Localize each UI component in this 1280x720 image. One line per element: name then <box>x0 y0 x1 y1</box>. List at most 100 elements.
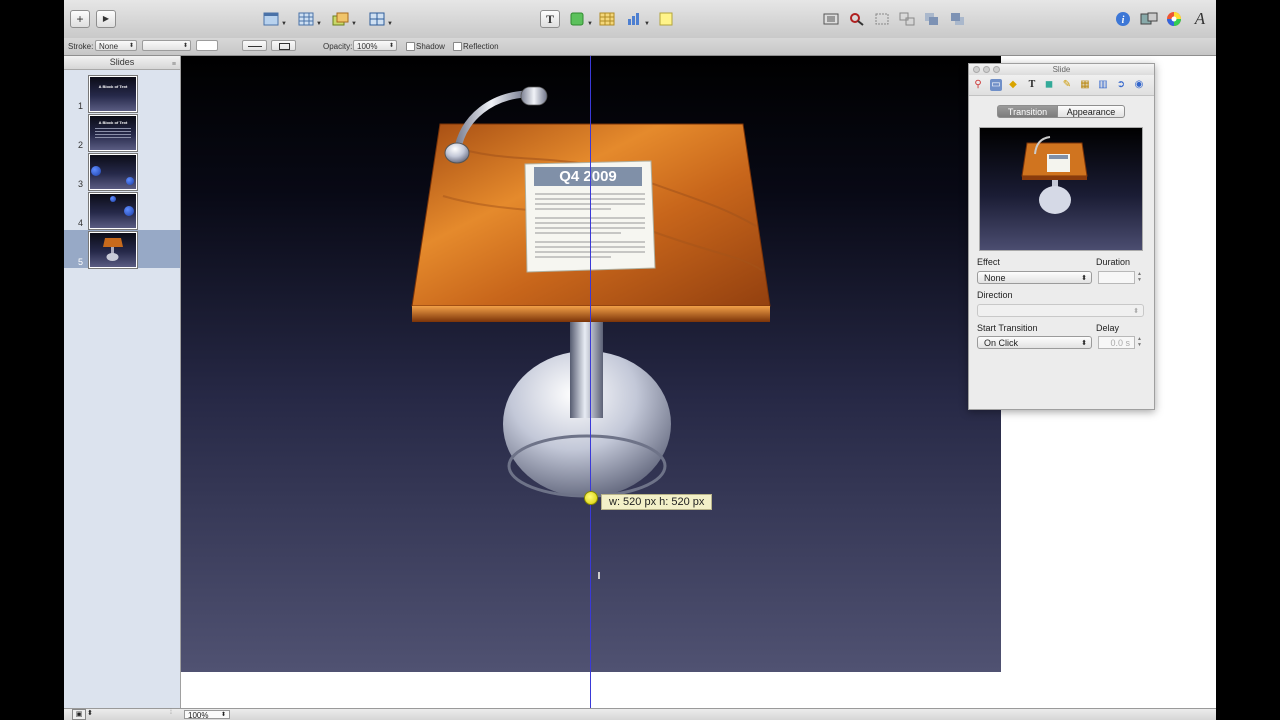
start-transition-popup[interactable]: On Click ⬍ <box>977 336 1092 349</box>
tab-appearance[interactable]: Appearance <box>1057 105 1125 118</box>
group-button[interactable] <box>872 10 892 28</box>
resize-handle[interactable] <box>584 491 598 505</box>
opacity-value: 100% <box>357 42 378 51</box>
tab-transition[interactable]: Transition <box>997 105 1058 118</box>
reflection-checkbox[interactable] <box>453 42 462 51</box>
comment-icon <box>659 12 673 26</box>
shapes-button[interactable]: ▼ <box>567 10 593 28</box>
slides-header: Slides ≡ <box>64 56 180 70</box>
ungroup-icon <box>899 12 915 26</box>
ibeam-cursor-icon <box>598 572 600 579</box>
slides-header-label: Slides <box>109 57 135 67</box>
delay-field[interactable]: 0.0 s <box>1098 336 1135 349</box>
inspector-title: Slide <box>1052 65 1071 74</box>
document-inspector-icon[interactable]: ⚲ <box>972 79 984 91</box>
masters-button[interactable]: ▼ <box>331 10 357 28</box>
play-icon: ▶ <box>96 10 116 28</box>
metrics-inspector-icon[interactable]: ✎ <box>1061 79 1073 91</box>
text-box-button[interactable]: T <box>540 10 560 28</box>
group-icon <box>875 13 889 25</box>
preview-podium-image <box>1021 136 1088 214</box>
size-tooltip: w: 520 px h: 520 px <box>601 494 713 510</box>
alignment-guide <box>590 56 591 708</box>
build-inspector-icon[interactable]: ◆ <box>1007 79 1019 91</box>
direction-popup[interactable]: ⬍ <box>977 304 1144 317</box>
slide-preview: A Block of Text <box>89 115 137 151</box>
effect-label: Effect <box>977 257 1000 267</box>
keynote-podium-image[interactable] <box>181 56 1001 672</box>
slide-inspector-icon[interactable]: ▭ <box>990 79 1002 91</box>
close-icon[interactable] <box>973 66 980 73</box>
fonts-button[interactable]: A <box>1190 9 1210 28</box>
graphic-inspector-icon[interactable]: ◼ <box>1043 79 1055 91</box>
chart-button[interactable]: ▼ <box>624 10 650 28</box>
new-slide-button[interactable]: + <box>70 10 90 28</box>
slide[interactable]: Q4 2009 <box>181 56 1001 672</box>
slide-preview-title: A Block of Text <box>98 84 128 89</box>
start-transition-value: On Click <box>984 338 1019 348</box>
shadow-checkbox[interactable] <box>406 42 415 51</box>
slide-preview: A Block of Text <box>89 76 137 112</box>
duration-stepper[interactable]: ▲ ▼ <box>1136 271 1143 284</box>
back-button[interactable] <box>948 10 968 28</box>
themes-button[interactable]: ▼ <box>296 10 322 28</box>
grip-icon[interactable]: ≡ <box>172 58 176 71</box>
grid-button[interactable]: ▼ <box>367 10 393 28</box>
comment-button[interactable] <box>656 10 676 28</box>
inspector-titlebar[interactable]: Slide <box>969 64 1154 75</box>
text-box-icon: T <box>540 10 560 28</box>
direction-label: Direction <box>977 290 1013 300</box>
play-button[interactable]: ▶ <box>96 10 116 28</box>
stroke-color-well[interactable] <box>196 40 218 51</box>
zoom-popup[interactable]: 100% ⬍ <box>184 710 230 720</box>
opacity-field[interactable]: 100% ⬍ <box>353 40 397 51</box>
front-icon <box>925 13 938 25</box>
grid-icon <box>369 12 385 26</box>
view-button[interactable]: ▼ <box>261 10 287 28</box>
stroke-style-popup[interactable]: None ⬍ <box>95 40 137 51</box>
inspector-button[interactable]: i <box>1113 10 1133 28</box>
slide-thumbnail-5[interactable]: 5 <box>64 230 180 268</box>
duration-field[interactable] <box>1098 271 1135 284</box>
slide-preview <box>89 232 137 268</box>
colors-button[interactable] <box>1164 10 1184 28</box>
quicktime-inspector-icon[interactable]: ◉ <box>1133 79 1145 91</box>
front-button[interactable] <box>922 10 942 28</box>
view-options-arrows-icon[interactable]: ⬍ <box>87 709 93 717</box>
table-button[interactable] <box>597 10 617 28</box>
view-options-icon[interactable]: ▣ <box>72 709 86 720</box>
alpha-button[interactable] <box>847 10 867 28</box>
slide-number: 5 <box>78 257 84 267</box>
delay-stepper[interactable]: ▲ ▼ <box>1136 336 1143 349</box>
stroke-width-popup[interactable]: ⬍ <box>142 40 191 51</box>
effect-popup[interactable]: None ⬍ <box>977 271 1092 284</box>
table-inspector-icon[interactable]: ▦ <box>1079 79 1091 91</box>
slide-number: 3 <box>78 179 84 189</box>
hyperlink-inspector-icon[interactable]: ➲ <box>1115 79 1127 91</box>
transition-preview[interactable] <box>979 127 1143 251</box>
zoom-icon[interactable] <box>993 66 1000 73</box>
slide-preview <box>89 154 137 190</box>
shadow-label: Shadow <box>416 42 445 51</box>
table-grid-icon <box>599 12 615 26</box>
table-icon <box>298 12 314 26</box>
media-button[interactable] <box>1139 10 1159 28</box>
slide-thumbnail-3[interactable]: 3 <box>64 152 180 190</box>
svg-text:i: i <box>1122 15 1125 26</box>
slide-thumbnail-1[interactable]: 1 A Block of Text <box>64 74 180 112</box>
slide-thumbnail-4[interactable]: 4 <box>64 191 180 229</box>
mask-button[interactable] <box>821 10 841 28</box>
duration-label: Duration <box>1096 257 1131 267</box>
line-endpoint-right[interactable] <box>271 40 296 51</box>
chart-inspector-icon[interactable]: ▥ <box>1097 79 1109 91</box>
ungroup-button[interactable] <box>897 10 917 28</box>
sidebar-resize-icon[interactable]: ⁞ <box>170 709 172 716</box>
stroke-style-value: None <box>99 42 119 51</box>
slide-thumbnail-2[interactable]: 2 A Block of Text <box>64 113 180 151</box>
zoom-value: 100% <box>188 711 209 720</box>
line-endpoint-left[interactable] <box>242 40 267 51</box>
text-inspector-icon[interactable]: T <box>1026 79 1038 91</box>
tab-transition-label: Transition <box>1007 107 1048 117</box>
inspector-tab-bar: ⚲ ▭ ◆ T ◼ ✎ ▦ ▥ ➲ ◉ <box>969 75 1154 96</box>
minimize-icon[interactable] <box>983 66 990 73</box>
